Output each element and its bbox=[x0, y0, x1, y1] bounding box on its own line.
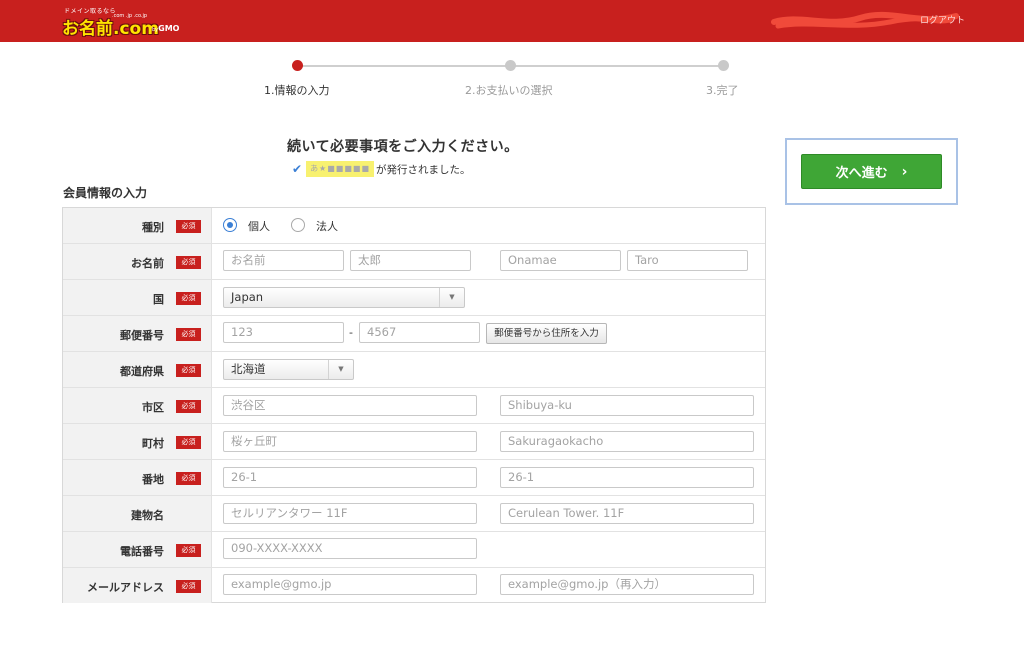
form-row-building: 建物名 セルリアンタワー 11F Cerulean Tower. 11F bbox=[63, 496, 765, 532]
step-3-dot bbox=[718, 60, 729, 71]
required-badge: 必須 bbox=[176, 256, 201, 269]
member-info-form: 種別 必須 個人 法人 お名前 必須 お名前 太郎 Onamae Taro 国 … bbox=[62, 207, 766, 603]
form-row-city: 市区 必須 渋谷区 Shibuya-ku bbox=[63, 388, 765, 424]
step-connector bbox=[297, 65, 510, 67]
radio-corporation[interactable] bbox=[291, 218, 305, 232]
form-row-address: 番地 必須 26-1 26-1 bbox=[63, 460, 765, 496]
first-name-roman-input[interactable]: Taro bbox=[627, 250, 748, 271]
city-input[interactable]: 渋谷区 bbox=[223, 395, 477, 416]
step-2-dot bbox=[505, 60, 516, 71]
form-label: 国 bbox=[153, 293, 164, 306]
radio-individual-label[interactable]: 個人 bbox=[248, 218, 270, 234]
building-roman-input[interactable]: Cerulean Tower. 11F bbox=[500, 503, 754, 524]
logout-link[interactable]: ログアウト bbox=[920, 13, 965, 26]
form-label: 建物名 bbox=[131, 509, 164, 522]
section-title: 会員情報の入力 bbox=[63, 186, 148, 200]
form-row-email: メールアドレス 必須 example@gmo.jp example@gmo.jp… bbox=[63, 568, 765, 603]
required-badge: 必須 bbox=[176, 436, 201, 449]
form-label: 市区 bbox=[142, 401, 164, 414]
country-value: Japan bbox=[231, 290, 264, 304]
form-label: お名前 bbox=[131, 257, 164, 270]
form-row-type: 種別 必須 個人 法人 bbox=[63, 208, 765, 244]
phone-input[interactable]: 090-XXXX-XXXX bbox=[223, 538, 477, 559]
address-input[interactable]: 26-1 bbox=[223, 467, 477, 488]
next-button[interactable]: 次へ進む › bbox=[801, 154, 942, 189]
issued-notice: ✔ あ★■■■■■ が発行されました。 bbox=[292, 161, 471, 177]
form-row-name: お名前 必須 お名前 太郎 Onamae Taro bbox=[63, 244, 765, 280]
building-input[interactable]: セルリアンタワー 11F bbox=[223, 503, 477, 524]
form-label: 町村 bbox=[142, 437, 164, 450]
header-bar: ドメイン取るなら .com .jp .co.jp お名前.com byGMO ロ… bbox=[0, 0, 1024, 42]
redacted-id: あ★■■■■■ bbox=[306, 161, 375, 177]
check-icon: ✔ bbox=[292, 162, 303, 176]
town-input[interactable]: 桜ヶ丘町 bbox=[223, 431, 477, 452]
step-1-dot bbox=[292, 60, 303, 71]
form-label: メールアドレス bbox=[87, 581, 164, 594]
required-badge: 必須 bbox=[176, 220, 201, 233]
country-select[interactable]: Japan ▼ bbox=[223, 287, 465, 308]
prefecture-value: 北海道 bbox=[231, 362, 266, 376]
issued-message: が発行されました。 bbox=[376, 163, 471, 176]
form-label: 種別 bbox=[142, 221, 164, 234]
city-roman-input[interactable]: Shibuya-ku bbox=[500, 395, 754, 416]
last-name-roman-input[interactable]: Onamae bbox=[500, 250, 621, 271]
form-label: 番地 bbox=[142, 473, 164, 486]
caret-down-icon: ▼ bbox=[439, 288, 464, 307]
logo-gmo: byGMO bbox=[152, 24, 180, 33]
chevron-right-icon: › bbox=[901, 163, 908, 180]
required-badge: 必須 bbox=[176, 580, 201, 593]
step-2-label: 2.お支払いの選択 bbox=[465, 84, 553, 97]
first-name-input[interactable]: 太郎 bbox=[350, 250, 471, 271]
email-input[interactable]: example@gmo.jp bbox=[223, 574, 477, 595]
onamae-logo[interactable]: ドメイン取るなら .com .jp .co.jp お名前.com byGMO bbox=[60, 6, 200, 39]
form-row-town: 町村 必須 桜ヶ丘町 Sakuragaokacho bbox=[63, 424, 765, 460]
required-badge: 必須 bbox=[176, 292, 201, 305]
required-badge: 必須 bbox=[176, 364, 201, 377]
required-badge: 必須 bbox=[176, 472, 201, 485]
radio-individual[interactable] bbox=[223, 218, 237, 232]
address-roman-input[interactable]: 26-1 bbox=[500, 467, 754, 488]
town-roman-input[interactable]: Sakuragaokacho bbox=[500, 431, 754, 452]
page-title: 続いて必要事項をご入力ください。 bbox=[287, 139, 519, 155]
step-3-label: 3.完了 bbox=[706, 84, 739, 97]
form-label: 都道府県 bbox=[120, 365, 164, 378]
caret-down-icon: ▼ bbox=[328, 360, 353, 379]
form-row-postal: 郵便番号 必須 123 - 4567 郵便番号から住所を入力 bbox=[63, 316, 765, 352]
prefecture-select[interactable]: 北海道 ▼ bbox=[223, 359, 354, 380]
form-label: 電話番号 bbox=[120, 545, 164, 558]
email-confirm-input[interactable]: example@gmo.jp（再入力） bbox=[500, 574, 754, 595]
postal-lookup-button[interactable]: 郵便番号から住所を入力 bbox=[486, 323, 607, 344]
form-row-prefecture: 都道府県 必須 北海道 ▼ bbox=[63, 352, 765, 388]
logo-brand: お名前.com bbox=[62, 19, 159, 39]
postal-code-part1-input[interactable]: 123 bbox=[223, 322, 344, 343]
postal-separator: - bbox=[349, 326, 353, 339]
radio-corporation-label[interactable]: 法人 bbox=[316, 218, 338, 234]
step-1-label: 1.情報の入力 bbox=[264, 84, 330, 97]
required-badge: 必須 bbox=[176, 400, 201, 413]
postal-code-part2-input[interactable]: 4567 bbox=[359, 322, 480, 343]
form-row-country: 国 必須 Japan ▼ bbox=[63, 280, 765, 316]
next-button-label: 次へ進む bbox=[835, 166, 888, 181]
form-row-phone: 電話番号 必須 090-XXXX-XXXX bbox=[63, 532, 765, 568]
required-badge: 必須 bbox=[176, 544, 201, 557]
form-label: 郵便番号 bbox=[120, 329, 164, 342]
last-name-input[interactable]: お名前 bbox=[223, 250, 344, 271]
step-connector bbox=[510, 65, 723, 67]
required-badge: 必須 bbox=[176, 328, 201, 341]
